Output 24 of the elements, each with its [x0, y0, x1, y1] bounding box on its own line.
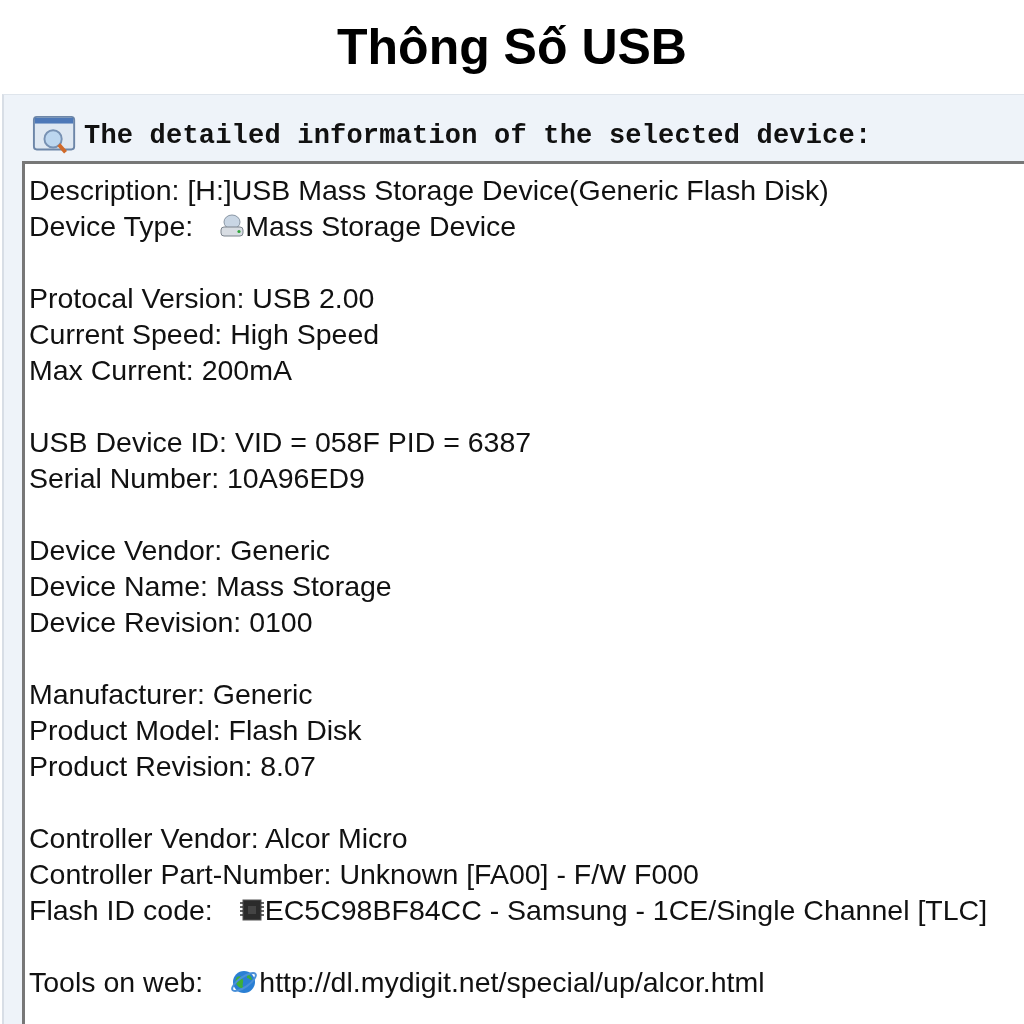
detail-line: Controller Vendor: Alcor Micro	[29, 821, 408, 856]
detail-line: Serial Number: 10A96ED9	[29, 461, 365, 496]
detail-line: Device Name: Mass Storage	[29, 569, 392, 604]
detail-label: Device Type:	[29, 209, 194, 244]
detail-line: Protocal Version: USB 2.00	[29, 281, 375, 316]
detail-label: Flash ID code:	[29, 893, 213, 928]
detail-line: Controller Part-Number: Unknown [FA00] - F/W F000	[29, 857, 699, 892]
detail-line: Description: [H:]USB Mass Storage Device(Generic Flash Disk)	[29, 173, 829, 208]
detail-line: USB Device ID: VID = 058F PID = 6387	[29, 425, 532, 460]
detail-value: EC5C98BF84CC - Samsung - 1CE/Single Channel [TLC]	[264, 893, 988, 928]
detail-line: Current Speed: High Speed	[29, 317, 380, 352]
detail-line: Product Model: Flash Disk	[29, 713, 362, 748]
detail-line: Max Current: 200mA	[29, 353, 292, 388]
page-title: Thông Số USB	[336, 18, 688, 77]
detail-label: Tools on web:	[29, 965, 204, 1000]
detail-line: Device Vendor: Generic	[29, 533, 330, 568]
detail-line: Manufacturer: Generic	[29, 677, 313, 712]
drive-icon	[219, 213, 246, 239]
detail-value: Mass Storage Device	[245, 209, 517, 244]
detail-line: Product Revision: 8.07	[29, 749, 316, 784]
chip-icon	[238, 897, 265, 923]
web-link[interactable]: http://dl.mydigit.net/special/up/alcor.html	[259, 964, 765, 1000]
panel-heading: The detailed information of the selected device:	[84, 121, 872, 151]
detail-line: Device Revision: 0100	[29, 605, 313, 640]
